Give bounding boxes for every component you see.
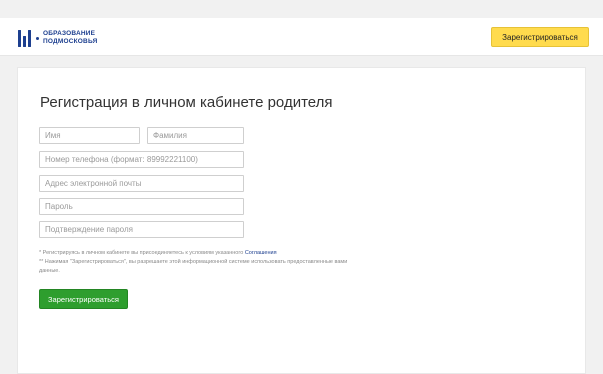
logo-line-2: ПОДМОСКОВЬЯ <box>43 38 98 45</box>
data-consent-note: ** Нажимая "Зарегистрироваться", вы разр… <box>39 259 348 274</box>
logo[interactable]: ОБРАЗОВАНИЕ ПОДМОСКОВЬЯ <box>18 28 97 48</box>
password-input[interactable] <box>39 198 244 215</box>
password-confirm-input[interactable] <box>39 221 244 238</box>
legal-notes: * Регистрируясь в личном кабинете вы при… <box>39 249 359 276</box>
phone-input[interactable] <box>39 151 244 168</box>
logo-text: ОБРАЗОВАНИЕ ПОДМОСКОВЬЯ <box>43 30 97 46</box>
email-input[interactable] <box>39 175 244 192</box>
agreement-note: * Регистрируясь в личном кабинете вы при… <box>39 249 359 258</box>
last-name-input[interactable] <box>147 127 244 144</box>
submit-register-button[interactable]: Зарегистрироваться <box>39 289 128 309</box>
registration-card: Регистрация в личном кабинете родителя *… <box>17 67 586 374</box>
first-name-input[interactable] <box>39 127 140 144</box>
logo-line-1: ОБРАЗОВАНИЕ <box>43 30 96 37</box>
agreement-note-text: * Регистрируясь в личном кабинете вы при… <box>39 250 245 256</box>
header-register-button[interactable]: Зарегистрироваться <box>491 27 589 47</box>
page-title: Регистрация в личном кабинете родителя <box>40 94 333 111</box>
mosreg-bars-logo-icon <box>18 29 31 47</box>
logo-dot-icon <box>36 36 39 40</box>
agreement-link[interactable]: Соглашения <box>245 250 277 256</box>
top-bar: ОБРАЗОВАНИЕ ПОДМОСКОВЬЯ Зарегистрировать… <box>0 18 603 56</box>
